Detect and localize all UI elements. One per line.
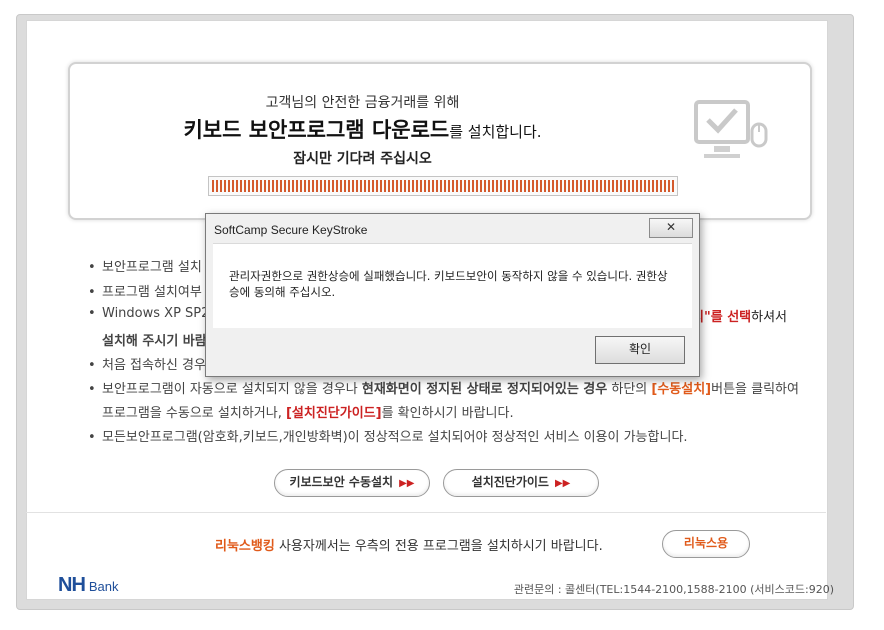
close-icon[interactable]: ✕ bbox=[649, 218, 693, 238]
list-item: • 보안프로그램 설치 bbox=[88, 260, 202, 275]
list-item: 프로그램을 수동으로 설치하거나, [설치진단가이드]를 확인하시기 바랍니다. bbox=[102, 406, 514, 421]
computer-check-mouse-icon bbox=[694, 100, 768, 158]
banner-line2: 키보드 보안프로그램 다운로드를 설치합니다. bbox=[70, 114, 655, 144]
banner-wait-text: 잠시만 기다려 주십시오 bbox=[293, 151, 432, 167]
banner-line1: 고객님의 안전한 금융거래를 위해 bbox=[265, 95, 460, 111]
contact-info: 관련문의 : 콜센터(TEL:1544-2100,1588-2100 (서비스코… bbox=[513, 583, 834, 596]
dialog-title: SoftCamp Secure KeyStroke bbox=[214, 223, 368, 237]
list-item: • 모든보안프로그램(암호화,키보드,개인방화벽)이 정상적으로 설치되어야 정상… bbox=[88, 430, 688, 445]
banner-title: 키보드 보안프로그램 다운로드 bbox=[183, 118, 450, 142]
ok-button[interactable]: 확인 bbox=[595, 336, 685, 364]
list-item: • 처음 접속하신 경우 bbox=[88, 358, 206, 373]
divider bbox=[26, 512, 826, 513]
list-item: 설치해 주시기 바람 bbox=[102, 334, 207, 349]
nh-bank-logo: NH Bank bbox=[58, 574, 119, 596]
download-progress-bar bbox=[208, 176, 678, 196]
dialog-body: 관리자권한으로 권한상승에 실패했습니다. 키보드보안이 동작하지 않을 수 있… bbox=[213, 243, 692, 328]
dialog-message: 관리자권한으로 권한상승에 실패했습니다. 키보드보안이 동작하지 않을 수 있… bbox=[229, 269, 668, 299]
double-arrow-icon: ▶▶ bbox=[399, 478, 415, 489]
install-guide-button[interactable]: 설치진단가이드 ▶▶ bbox=[443, 469, 599, 497]
list-item: • 프로그램 설치여부 bbox=[88, 285, 202, 300]
download-banner: 고객님의 안전한 금융거래를 위해 키보드 보안프로그램 다운로드를 설치합니다… bbox=[68, 62, 812, 220]
list-item: • 보안프로그램이 자동으로 설치되지 않을 경우나 현재화면이 정지된 상태로 … bbox=[88, 382, 799, 397]
progress-fill bbox=[212, 180, 674, 192]
alert-dialog: SoftCamp Secure KeyStroke ✕ 관리자권한으로 권한상승… bbox=[205, 213, 700, 377]
list-item: • Windows XP SP2 bbox=[88, 306, 210, 321]
list-item-right: 치"를 선택하셔서 bbox=[692, 310, 788, 325]
manual-install-button[interactable]: 키보드보안 수동설치 ▶▶ bbox=[274, 469, 430, 497]
linux-button[interactable]: 리눅스용 bbox=[662, 530, 750, 558]
double-arrow-icon: ▶▶ bbox=[554, 478, 571, 489]
linux-note: 리눅스뱅킹 사용자께서는 우측의 전용 프로그램을 설치하시기 바랍니다. bbox=[215, 539, 603, 554]
banner-title-rest: 를 설치합니다. bbox=[449, 123, 542, 141]
